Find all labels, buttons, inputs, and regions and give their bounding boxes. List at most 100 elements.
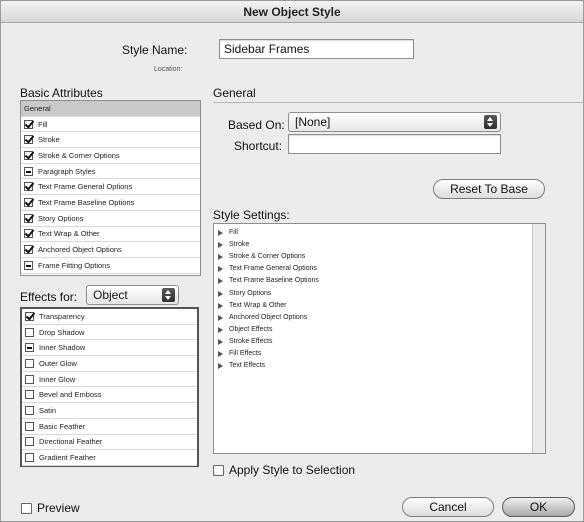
effect-row[interactable]: Basic Feather: [22, 419, 197, 435]
effect-label: Inner Glow: [39, 374, 76, 384]
style-setting-item[interactable]: Stroke: [214, 239, 545, 251]
style-settings-scrollbar[interactable]: [532, 224, 545, 453]
effect-row[interactable]: Satin: [22, 403, 197, 419]
style-setting-item[interactable]: Fill: [214, 227, 545, 239]
effect-label: Bevel and Emboss: [39, 390, 102, 400]
basic-attribute-row[interactable]: Fill: [21, 117, 200, 133]
effect-checkbox[interactable]: [25, 358, 34, 368]
disclosure-triangle-icon[interactable]: [218, 302, 223, 309]
preview-box[interactable]: [21, 502, 32, 514]
effect-row[interactable]: Bevel and Emboss: [22, 387, 197, 404]
basic-attribute-checkbox[interactable]: [24, 245, 33, 255]
style-setting-item[interactable]: Fill Effects: [214, 348, 545, 360]
effect-checkbox[interactable]: [25, 405, 34, 415]
effect-label: Transparency: [39, 311, 85, 321]
effect-row[interactable]: Drop Shadow: [22, 325, 197, 341]
basic-attribute-label: Paragraph Styles: [38, 166, 96, 176]
basic-attribute-row[interactable]: General: [21, 101, 200, 117]
style-setting-label: Anchored Object Options: [229, 313, 308, 321]
basic-attribute-label: Text Wrap & Other: [38, 229, 100, 239]
apply-style-box[interactable]: [213, 464, 224, 476]
cancel-button[interactable]: Cancel: [402, 497, 494, 517]
effect-checkbox[interactable]: [25, 311, 34, 321]
preview-checkbox[interactable]: Preview: [21, 501, 80, 515]
style-setting-label: Fill: [229, 229, 238, 237]
effect-checkbox[interactable]: [25, 453, 34, 463]
style-setting-item[interactable]: Story Options: [214, 287, 545, 299]
effect-row[interactable]: Gradient Feather: [22, 450, 197, 466]
basic-attribute-checkbox[interactable]: [24, 119, 33, 129]
effect-checkbox[interactable]: [25, 421, 34, 431]
basic-attribute-row[interactable]: Text Wrap & Other: [21, 227, 200, 243]
effect-row[interactable]: Inner Shadow: [22, 340, 197, 357]
effects-for-select[interactable]: Object: [86, 285, 179, 305]
disclosure-triangle-icon[interactable]: [218, 266, 223, 273]
disclosure-triangle-icon[interactable]: [218, 314, 223, 321]
basic-attribute-row[interactable]: Paragraph Styles: [21, 164, 200, 180]
style-setting-item[interactable]: Text Wrap & Other: [214, 300, 545, 312]
effect-checkbox[interactable]: [25, 343, 34, 353]
basic-attribute-label: Frame Fitting Options: [38, 260, 111, 270]
style-setting-item[interactable]: Stroke Effects: [214, 336, 545, 348]
disclosure-triangle-icon[interactable]: [218, 242, 223, 249]
effect-checkbox[interactable]: [25, 437, 34, 447]
basic-attribute-label: Text Frame General Options: [38, 182, 133, 192]
disclosure-triangle-icon[interactable]: [218, 254, 223, 261]
basic-attribute-checkbox[interactable]: [24, 213, 33, 223]
popup-arrows-icon: [162, 288, 175, 302]
apply-style-checkbox[interactable]: Apply Style to Selection: [213, 463, 355, 477]
style-setting-item[interactable]: Text Frame Baseline Options: [214, 275, 545, 287]
basic-attribute-row[interactable]: Text Frame General Options: [21, 179, 200, 196]
basic-attribute-row[interactable]: Stroke: [21, 132, 200, 149]
effect-row[interactable]: Directional Feather: [22, 435, 197, 451]
basic-attributes-title: Basic Attributes: [20, 86, 103, 100]
style-setting-label: Text Frame General Options: [229, 265, 317, 273]
style-setting-item[interactable]: Object Effects: [214, 324, 545, 336]
basic-attribute-checkbox[interactable]: [24, 166, 33, 176]
style-setting-item[interactable]: Text Frame General Options: [214, 263, 545, 275]
basic-attribute-checkbox[interactable]: [24, 150, 33, 160]
effect-label: Satin: [39, 405, 57, 415]
style-setting-item[interactable]: Anchored Object Options: [214, 312, 545, 324]
disclosure-triangle-icon[interactable]: [218, 278, 223, 285]
basic-attribute-checkbox[interactable]: [24, 260, 33, 270]
basic-attribute-checkbox[interactable]: [24, 197, 33, 207]
style-setting-item[interactable]: Text Effects: [214, 360, 545, 372]
effect-label: Basic Feather: [39, 421, 86, 431]
based-on-select[interactable]: [None]: [288, 112, 501, 132]
disclosure-triangle-icon[interactable]: [218, 230, 223, 237]
effect-checkbox[interactable]: [25, 374, 34, 384]
shortcut-label: Shortcut:: [234, 139, 283, 153]
basic-attribute-row[interactable]: Story Options: [21, 211, 200, 227]
general-title: General: [213, 86, 256, 100]
effect-row[interactable]: Transparency: [22, 309, 197, 325]
effect-label: Outer Glow: [39, 358, 77, 368]
effect-checkbox[interactable]: [25, 390, 34, 400]
basic-attribute-row[interactable]: Text Frame Baseline Options: [21, 195, 200, 211]
basic-attribute-checkbox[interactable]: [24, 182, 33, 192]
effect-row[interactable]: Outer Glow: [22, 356, 197, 372]
preview-label: Preview: [37, 501, 80, 515]
disclosure-triangle-icon[interactable]: [218, 350, 223, 357]
basic-attribute-row[interactable]: Anchored Object Options: [21, 242, 200, 258]
disclosure-triangle-icon[interactable]: [218, 326, 223, 333]
style-setting-label: Text Wrap & Other: [229, 301, 287, 309]
basic-attribute-checkbox[interactable]: [24, 135, 33, 145]
reset-to-base-button[interactable]: Reset To Base: [433, 179, 545, 199]
style-setting-label: Stroke Effects: [229, 337, 273, 345]
disclosure-triangle-icon[interactable]: [218, 363, 223, 370]
disclosure-triangle-icon[interactable]: [218, 290, 223, 297]
shortcut-input[interactable]: [288, 134, 501, 154]
basic-attribute-row[interactable]: Frame Fitting Options: [21, 258, 200, 274]
style-settings-title: Style Settings:: [213, 208, 290, 222]
basic-attribute-checkbox[interactable]: [24, 229, 33, 239]
effect-row[interactable]: Inner Glow: [22, 372, 197, 388]
effect-label: Inner Shadow: [39, 343, 86, 353]
style-setting-item[interactable]: Stroke & Corner Options: [214, 251, 545, 263]
basic-attribute-row[interactable]: Stroke & Corner Options: [21, 148, 200, 164]
ok-button[interactable]: OK: [502, 497, 575, 517]
disclosure-triangle-icon[interactable]: [218, 338, 223, 345]
style-setting-label: Text Effects: [229, 362, 266, 370]
style-name-input[interactable]: Sidebar Frames: [219, 39, 414, 59]
effect-checkbox[interactable]: [25, 327, 34, 337]
